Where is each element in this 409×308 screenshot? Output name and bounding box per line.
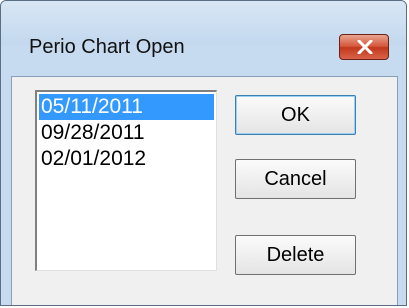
cancel-button[interactable]: Cancel (235, 159, 356, 199)
list-item[interactable]: 02/01/2012 (39, 146, 214, 172)
ok-button[interactable]: OK (235, 95, 356, 135)
delete-button[interactable]: Delete (235, 235, 356, 275)
list-item[interactable]: 05/11/2011 (39, 94, 214, 120)
date-listbox[interactable]: 05/11/2011 09/28/2011 02/01/2012 (35, 90, 217, 271)
window-title: Perio Chart Open (29, 36, 185, 58)
close-icon (357, 40, 373, 54)
close-button[interactable] (339, 34, 389, 60)
list-item[interactable]: 09/28/2011 (39, 120, 214, 146)
